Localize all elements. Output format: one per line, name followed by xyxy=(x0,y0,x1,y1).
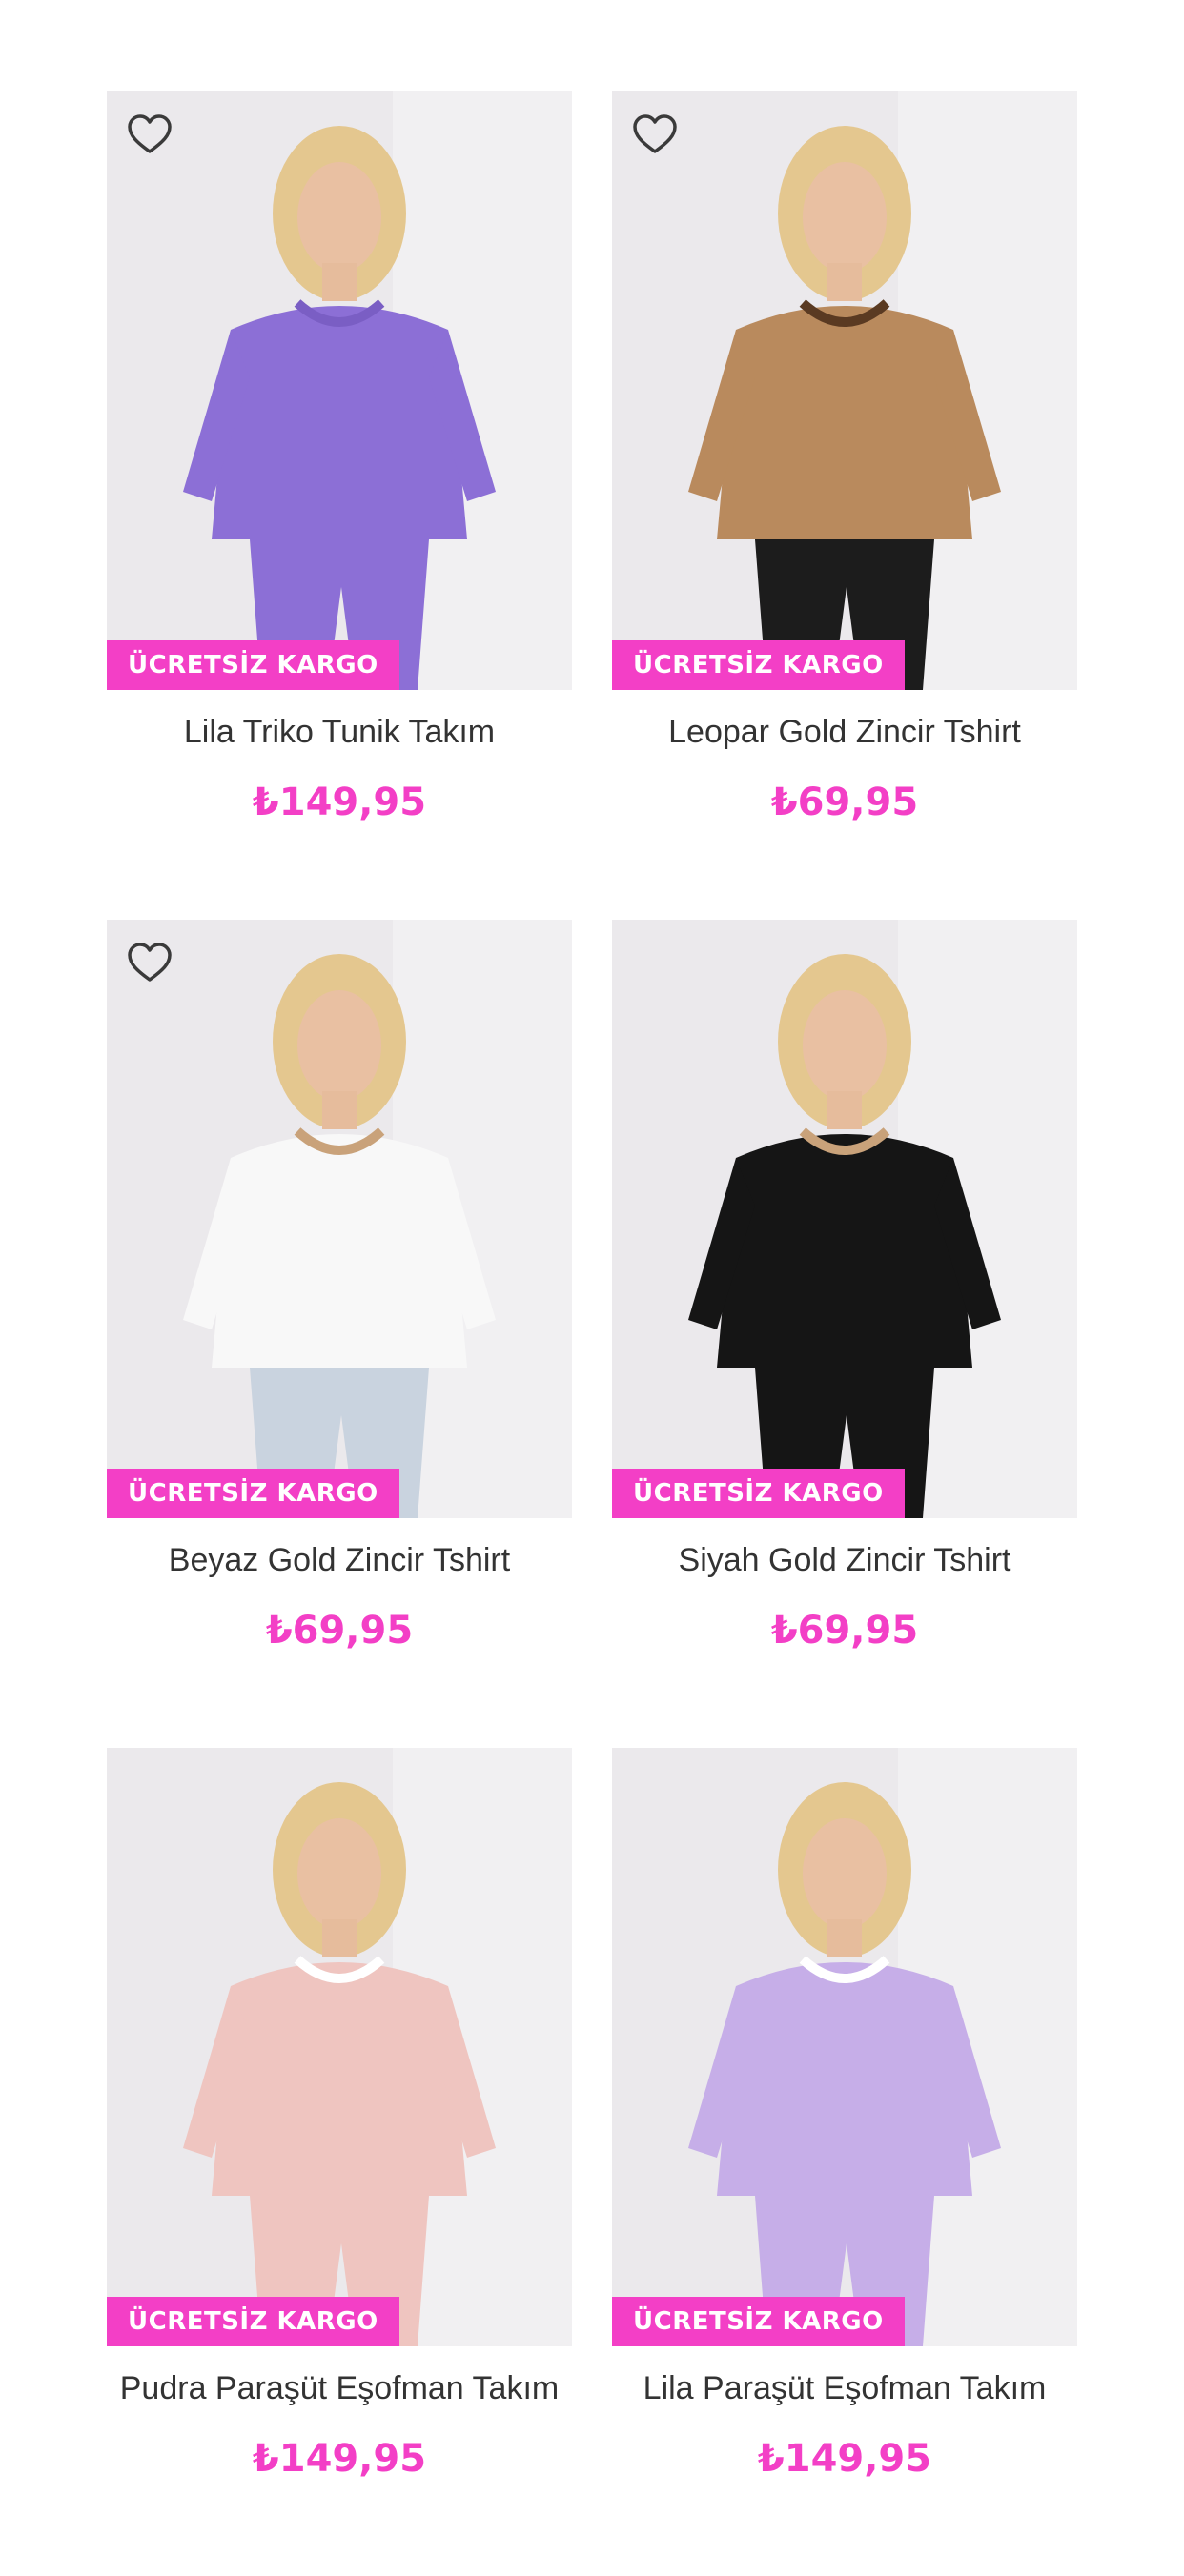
product-price: ₺69,95 xyxy=(770,1609,919,1653)
product-price: ₺69,95 xyxy=(265,1609,414,1653)
product-image[interactable]: ÜCRETSİZ KARGO xyxy=(107,920,572,1518)
product-name[interactable]: Lila Triko Tunik Takım xyxy=(107,711,572,753)
free-shipping-badge: ÜCRETSİZ KARGO xyxy=(107,640,399,690)
model-photo xyxy=(612,91,1077,690)
product-name[interactable]: Pudra Paraşüt Eşofman Takım xyxy=(107,2367,572,2409)
product-name[interactable]: Siyah Gold Zincir Tshirt xyxy=(612,1539,1077,1581)
product-image[interactable]: ÜCRETSİZ KARGO xyxy=(612,91,1077,690)
free-shipping-badge: ÜCRETSİZ KARGO xyxy=(107,2297,399,2346)
product-image[interactable]: ÜCRETSİZ KARGO xyxy=(107,1748,572,2346)
product-image[interactable]: ÜCRETSİZ KARGO xyxy=(107,91,572,690)
product-card[interactable]: ÜCRETSİZ KARGO Leopar Gold Zincir Tshirt ₺… xyxy=(612,91,1077,920)
model-photo xyxy=(107,91,572,690)
free-shipping-badge: ÜCRETSİZ KARGO xyxy=(612,2297,905,2346)
model-photo xyxy=(612,920,1077,1518)
product-price: ₺149,95 xyxy=(252,2437,427,2481)
heart-outline-icon[interactable] xyxy=(124,111,175,158)
product-image[interactable]: ÜCRETSİZ KARGO xyxy=(612,1748,1077,2346)
product-price: ₺149,95 xyxy=(252,781,427,824)
product-grid: ÜCRETSİZ KARGO Lila Triko Tunik Takım ₺149… xyxy=(107,91,1077,2576)
product-card[interactable]: ÜCRETSİZ KARGO Beyaz Gold Zincir Tshirt ₺6… xyxy=(107,920,572,1748)
model-photo xyxy=(612,1748,1077,2346)
free-shipping-badge: ÜCRETSİZ KARGO xyxy=(612,640,905,690)
product-price: ₺149,95 xyxy=(757,2437,932,2481)
heart-outline-icon xyxy=(128,114,172,153)
heart-outline-icon[interactable] xyxy=(629,111,681,158)
product-card[interactable]: ÜCRETSİZ KARGO Lila Triko Tunik Takım ₺149… xyxy=(107,91,572,920)
heart-outline-icon xyxy=(128,943,172,982)
product-card[interactable]: ÜCRETSİZ KARGO Pudra Paraşüt Eşofman Takı… xyxy=(107,1748,572,2576)
product-card[interactable]: ÜCRETSİZ KARGO Siyah Gold Zincir Tshirt ₺6… xyxy=(612,920,1077,1748)
product-image[interactable]: ÜCRETSİZ KARGO xyxy=(612,920,1077,1518)
product-name[interactable]: Lila Paraşüt Eşofman Takım xyxy=(612,2367,1077,2409)
product-card[interactable]: ÜCRETSİZ KARGO Lila Paraşüt Eşofman Takım… xyxy=(612,1748,1077,2576)
product-price: ₺69,95 xyxy=(770,781,919,824)
product-name[interactable]: Leopar Gold Zincir Tshirt xyxy=(612,711,1077,753)
free-shipping-badge: ÜCRETSİZ KARGO xyxy=(107,1469,399,1518)
heart-outline-icon[interactable] xyxy=(124,939,175,986)
product-name[interactable]: Beyaz Gold Zincir Tshirt xyxy=(107,1539,572,1581)
free-shipping-badge: ÜCRETSİZ KARGO xyxy=(612,1469,905,1518)
model-photo xyxy=(107,920,572,1518)
heart-outline-icon xyxy=(633,114,677,153)
model-photo xyxy=(107,1748,572,2346)
